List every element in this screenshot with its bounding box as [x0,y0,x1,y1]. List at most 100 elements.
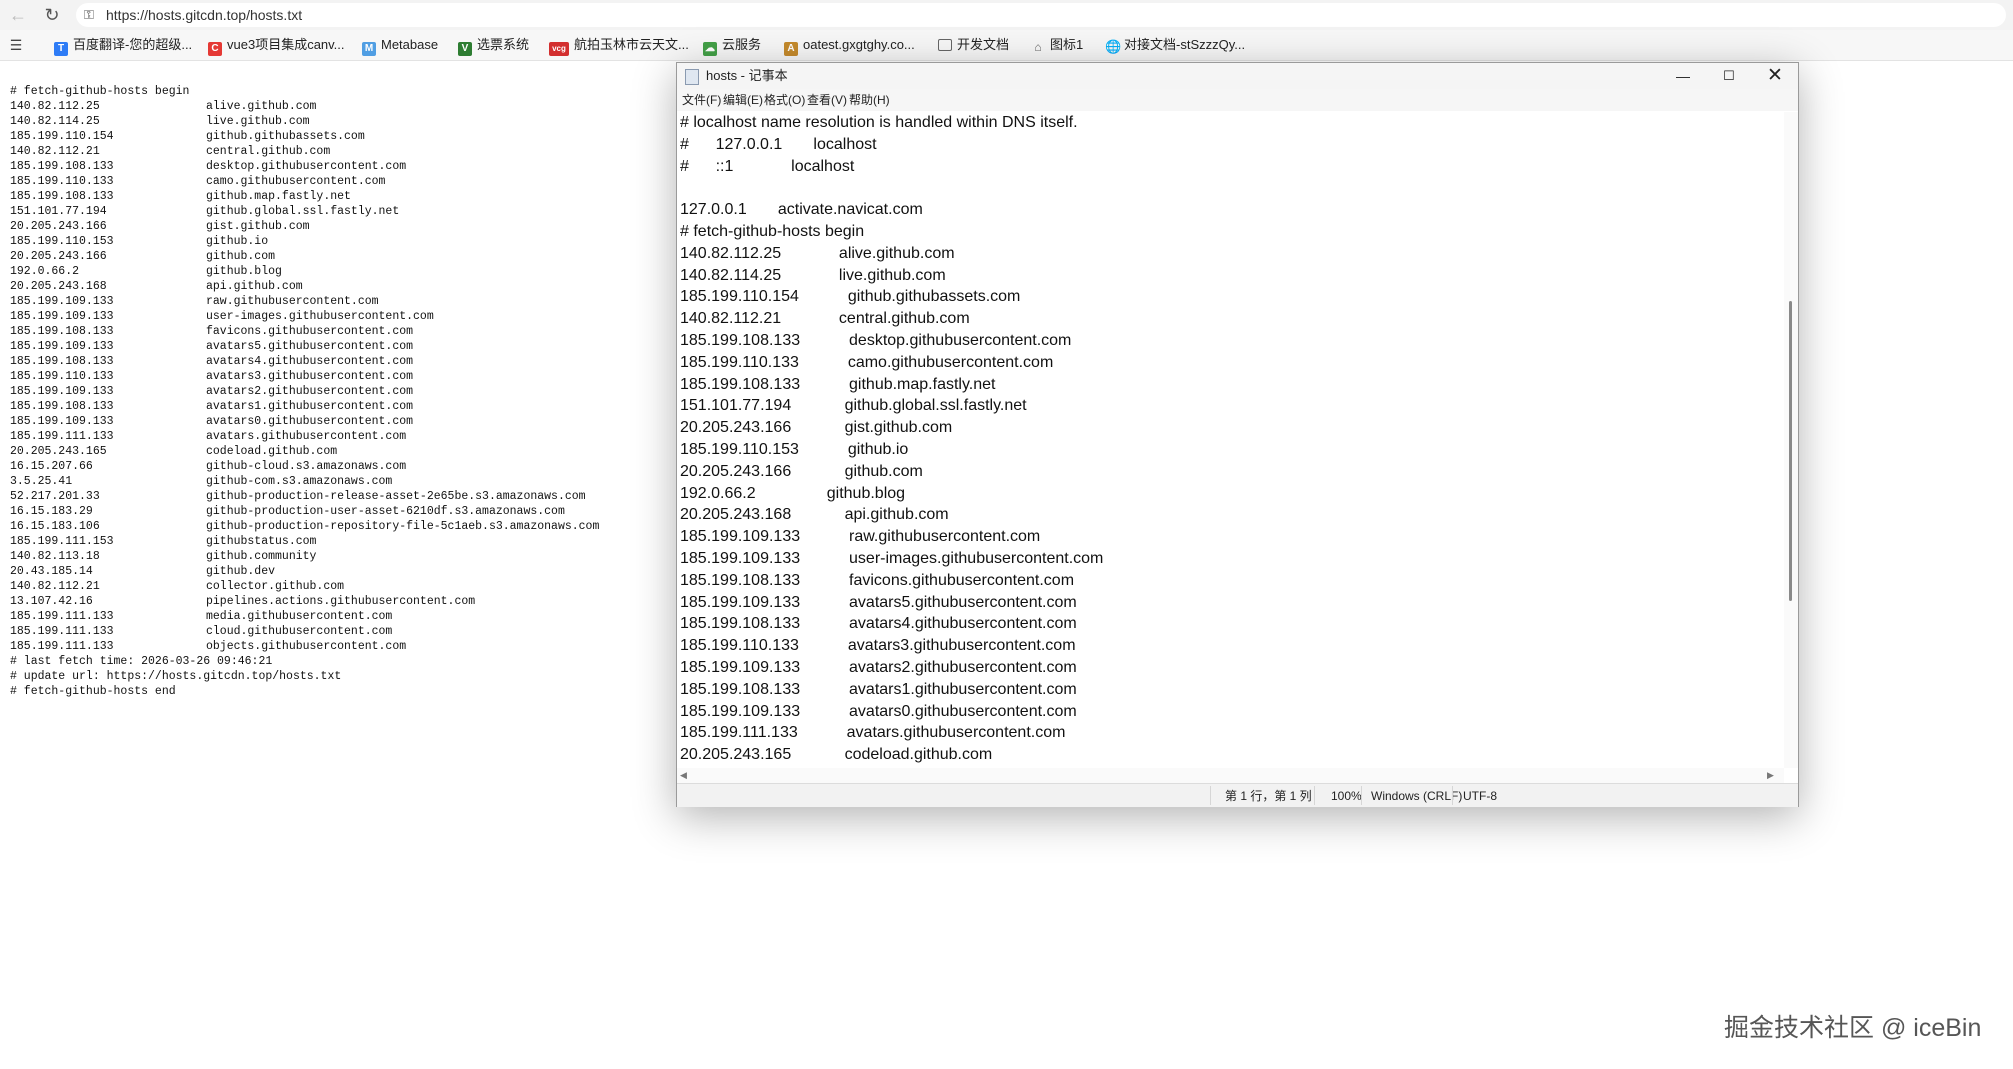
menu-view[interactable]: 查看(V) [807,93,847,107]
editor-line: 140.82.112.21 central.github.com [680,310,970,328]
hosts-entry-row: 140.82.112.21 collector.github.com [10,580,344,593]
hosts-entry-row: 20.205.243.168 api.github.com [10,280,303,293]
back-arrow-icon[interactable]: ← [8,5,28,25]
editor-line: # fetch-github-hosts begin [680,223,865,240]
scroll-left-arrow-icon[interactable]: ◀ [680,768,687,783]
host-ip: 185.199.110.154 [10,130,114,143]
folder-icon [938,39,952,51]
hosts-entry-row: 185.199.111.133 objects.githubusercontent… [10,640,406,653]
scroll-right-arrow-icon[interactable]: ▶ [1767,768,1774,783]
host-name: github.global.ssl.fastly.net [206,205,400,218]
bookmark-item[interactable]: vcg 航拍玉林市云天文... [549,36,689,56]
globe-icon: 🌐 [1105,39,1122,54]
host-ip: 20.205.243.166 [10,220,107,233]
menu-edit[interactable]: 编辑(E) [723,93,763,107]
host-name: github-production-release-asset-2e65be.s… [206,490,586,503]
hosts-entries: 140.82.112.25 alive.github.com 140.82.114… [10,100,599,653]
vue-v-icon: V [458,42,472,56]
hosts-entry-row: 20.205.243.166 github.com [10,250,275,263]
window-title: hosts - 记事本 [706,68,788,83]
host-ip: 20.205.243.168 [10,280,107,293]
host-name: githubstatus.com [206,535,317,548]
metabase-icon: M [362,42,376,56]
editor-line: 192.0.66.2 github.blog [680,484,906,502]
bookmark-item[interactable]: Cvue3项目集成canv... [208,36,345,56]
hosts-entry-row: 16.15.183.106 github-production-repositor… [10,520,599,533]
host-name: github-com.s3.amazonaws.com [206,475,393,488]
host-name: pipelines.actions.githubusercontent.com [206,595,476,608]
host-name: github.map.fastly.net [206,190,351,203]
menu-format[interactable]: 格式(O) [764,93,805,107]
host-name: github.com [206,250,276,263]
editor-line: 185.199.108.133 github.map.fastly.net [680,375,996,393]
hosts-entry-row: 192.0.66.2 github.blog [10,265,282,278]
hosts-entry-row: 185.199.108.133 avatars4.githubuserconten… [10,355,413,368]
host-ip: 185.199.110.153 [10,235,114,248]
minimize-button[interactable]: — [1660,63,1706,89]
bookmark-item[interactable]: ⌂ 图标1 [1031,36,1083,54]
url-text[interactable]: https://hosts.gitcdn.top/hosts.txt [106,7,302,23]
host-name: central.github.com [206,145,331,158]
editor-line: 185.199.109.133 user-images.githubuserco… [680,550,1104,567]
menu-help[interactable]: 帮助(H) [849,93,890,107]
editor-line: 185.199.109.133 avatars0.githubuserconte… [680,702,1077,720]
host-name: github.community [206,550,317,563]
maximize-button[interactable]: ☐ [1706,63,1752,89]
bookmark-item[interactable]: T 百度翻译-您的超级... [54,36,192,56]
address-bar[interactable]: ⚿ https://hosts.gitcdn.top/hosts.txt [76,3,2006,27]
site-info-icon[interactable]: ⚿ [84,7,100,23]
horizontal-scrollbar[interactable]: ◀ ▶ [677,768,1784,783]
editor-line: 185.199.108.133 avatars1.githubuserconte… [680,680,1077,698]
host-ip: 140.82.112.21 [10,580,100,593]
editor-line: 185.199.110.153 github.io [680,441,909,458]
notepad-menubar: 文件(F) 编辑(E) 格式(O) 查看(V) 帮助(H) [677,89,1798,111]
host-name: codeload.github.com [206,445,338,458]
notepad-titlebar[interactable]: hosts - 记事本 — ☐ ✕ [677,63,1798,89]
bookmark-item[interactable]: 🌐 对接文档-stSzzzQy... [1105,36,1245,54]
host-ip: 185.199.111.133 [10,610,114,623]
close-button[interactable]: ✕ [1752,63,1798,89]
notepad-window[interactable]: hosts - 记事本 — ☐ ✕ 文件(F) 编辑(E) 格式(O) 查看(V… [676,62,1799,807]
host-name: alive.github.com [206,100,317,113]
editor-line: 151.101.77.194 github.global.ssl.fastly.… [680,397,1027,415]
hosts-entry-row: 13.107.42.16 pipelines.actions.githubuser… [10,595,475,608]
bookmark-item[interactable]: ☁ 云服务 [703,36,761,56]
bookmark-item[interactable]: 开发文档 [938,36,1009,54]
host-name: live.github.com [206,115,310,128]
hosts-entry-row: 185.199.111.133 cloud.githubusercontent.c… [10,625,392,638]
editor-line: 185.199.109.133 avatars5.githubuserconte… [680,593,1077,611]
text-editor-area[interactable]: # localhost name resolution is handled w… [677,112,1784,768]
editor-line: 185.199.108.133 avatars4.githubuserconte… [680,615,1077,633]
cloud-service-icon: ☁ [703,42,717,56]
host-ip: 52.217.201.33 [10,490,100,503]
hosts-entry-row: 185.199.109.133 avatars2.githubuserconten… [10,385,413,398]
hosts-entry-row: 185.199.110.133 avatars3.githubuserconten… [10,370,413,383]
editor-line: 20.205.243.166 gist.github.com [680,419,953,437]
host-ip: 16.15.183.29 [10,505,93,518]
host-name: avatars1.githubusercontent.com [206,400,414,413]
host-name: avatars0.githubusercontent.com [206,415,414,428]
hosts-entry-row: 140.82.112.21 central.github.com [10,145,330,158]
host-name: github.dev [206,565,276,578]
menu-file[interactable]: 文件(F) [682,93,721,107]
bookmark-item[interactable]: M Metabase [362,36,438,56]
host-name: avatars5.githubusercontent.com [206,340,414,353]
hosts-entry-row: 185.199.109.133 avatars5.githubuserconten… [10,340,413,353]
home-icon: ⌂ [1034,40,1042,54]
host-ip: 185.199.108.133 [10,160,114,173]
host-ip: 185.199.109.133 [10,295,114,308]
hosts-entry-row: 185.199.110.153 github.io [10,235,268,248]
bookmark-item[interactable]: Aoatest.gxgtghy.co... [784,36,915,56]
bookmark-label: 对接文档-stSzzzQy... [1124,37,1246,52]
reload-icon[interactable]: ↻ [42,5,62,25]
bookmark-item[interactable]: V 选票系统 [458,36,529,56]
host-name: avatars3.githubusercontent.com [206,370,414,383]
hosts-entry-row: 185.199.108.133 desktop.githubusercontent… [10,160,406,173]
vertical-scroll-thumb[interactable] [1789,301,1792,601]
bookmarks-menu-icon[interactable]: ☰ [8,37,24,53]
last-fetch-line: # last fetch time: 2026-03-26 09:46:21 [10,655,273,668]
ant-icon: A [784,42,798,56]
notepad-statusbar: 第 1 行，第 1 列 100% Windows (CRLF) UTF-8 [677,783,1798,807]
host-ip: 3.5.25.41 [10,475,73,488]
status-divider [1210,786,1211,805]
